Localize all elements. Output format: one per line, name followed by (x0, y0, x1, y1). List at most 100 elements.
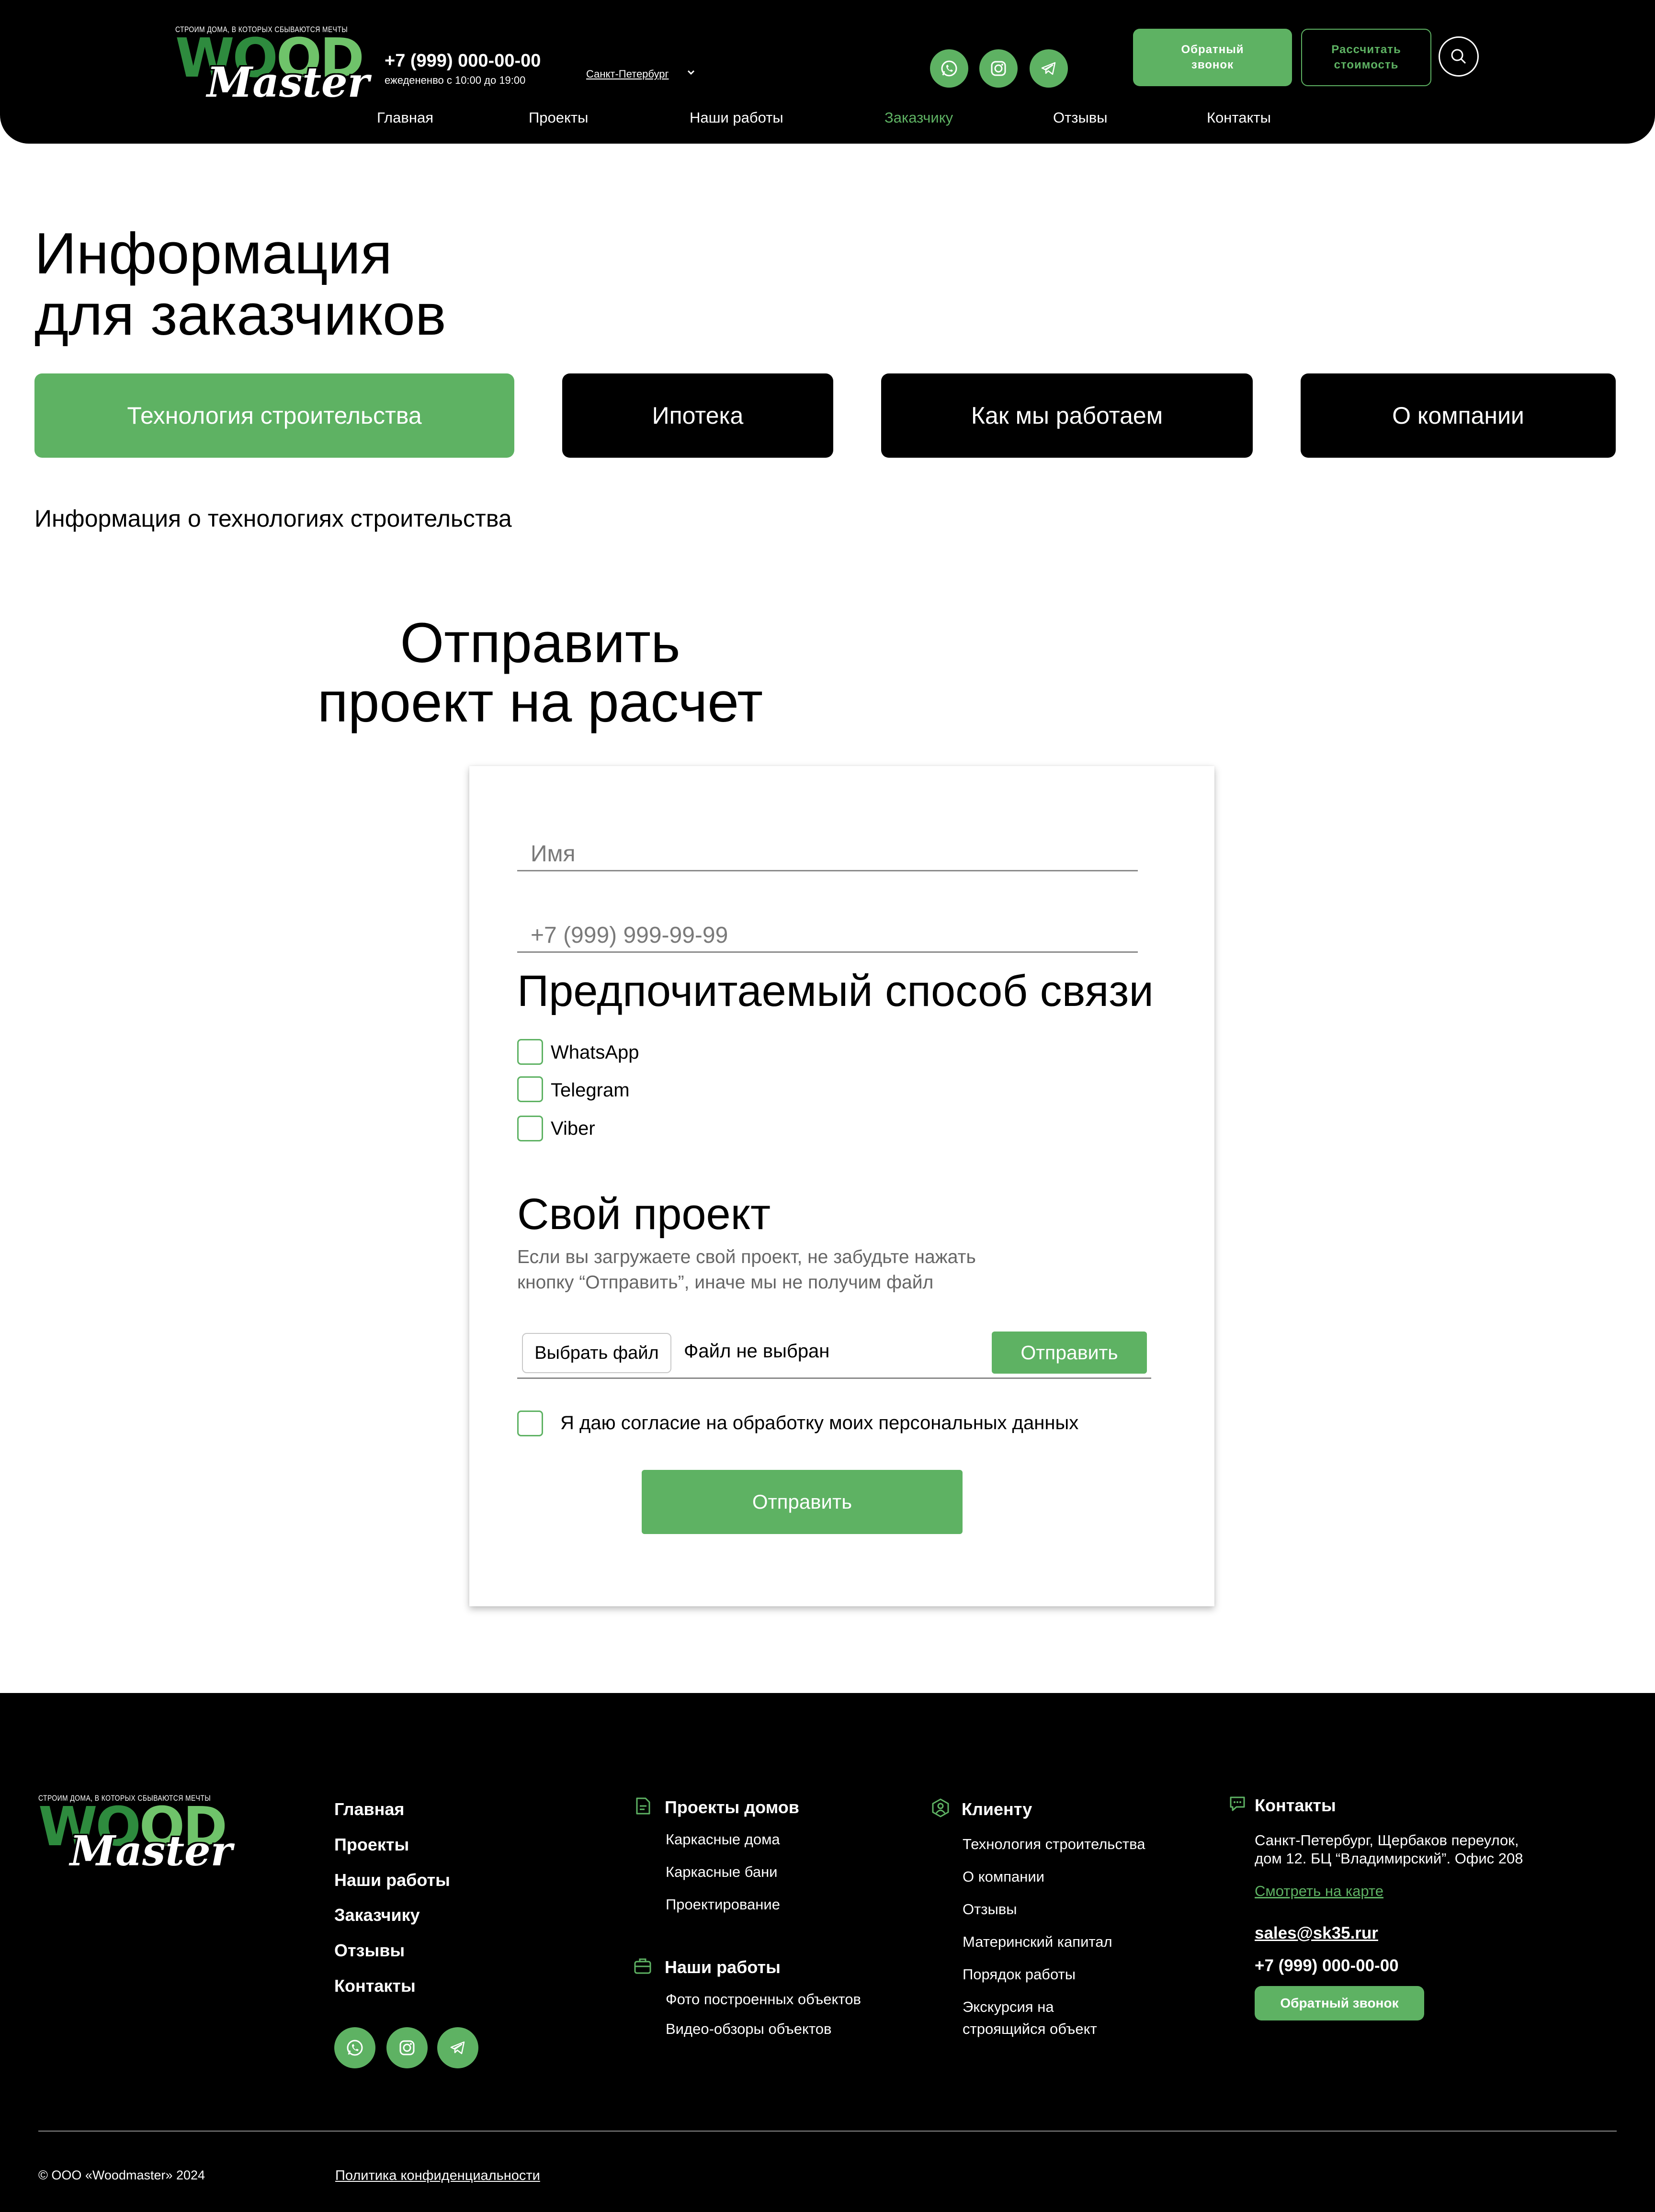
whatsapp-icon (347, 2040, 363, 2056)
footer-link-frame-houses[interactable]: Каркасные дома (666, 1831, 780, 1848)
footer-works-title[interactable]: Наши работы (665, 1957, 781, 1977)
whatsapp-button[interactable] (930, 49, 968, 88)
nav-contacts[interactable]: Контакты (1207, 109, 1271, 126)
footer-link-technology[interactable]: Технология строительства (963, 1836, 1145, 1853)
footer-link-photos[interactable]: Фото построенных объектов (666, 1991, 861, 2008)
nav-projects[interactable]: Проекты (529, 109, 588, 126)
instagram-icon (399, 2040, 415, 2055)
page-title-line1: Информация (34, 221, 392, 286)
footer-link-design[interactable]: Проектирование (666, 1896, 780, 1913)
footer-link-our-works[interactable]: Наши работы (334, 1870, 450, 1890)
search-button[interactable] (1439, 36, 1479, 77)
briefcase-icon (634, 1958, 651, 1974)
checkbox-telegram[interactable] (517, 1076, 543, 1102)
form-title: Отправить проект на расчет (253, 611, 828, 734)
form-title-line2: проект на расчет (317, 670, 763, 734)
submit-button[interactable]: Отправить (642, 1470, 963, 1534)
footer-link-home[interactable]: Главная (334, 1799, 404, 1819)
tab-mortgage[interactable]: Ипотека (562, 373, 833, 458)
name-field[interactable] (517, 833, 1138, 871)
footer-link-frame-baths[interactable]: Каркасные бани (666, 1863, 778, 1881)
nav-reviews[interactable]: Отзывы (1053, 109, 1108, 126)
footer-phone[interactable]: +7 (999) 000-00-00 (1255, 1956, 1399, 1975)
instagram-icon (991, 61, 1006, 76)
footer-link-projects[interactable]: Проекты (334, 1835, 409, 1855)
footer-callback-button[interactable]: Обратный звонок (1255, 1986, 1424, 2020)
chevron-down-icon[interactable] (686, 67, 696, 78)
footer-link-contacts[interactable]: Контакты (334, 1976, 416, 1996)
site-header: СТРОИМ ДОМА, В КОТОРЫХ СБЫВАЮТСЯ МЕЧТЫ W… (0, 0, 1655, 144)
header-phone[interactable]: +7 (999) 000-00-00 (385, 51, 541, 71)
tab-content-text: Информация о технологиях строительства (34, 505, 512, 532)
own-project-note-line2: кнопку “Отправить”, иначе мы не получим … (517, 1272, 934, 1293)
footer-link-work-order[interactable]: Порядок работы (963, 1966, 1076, 1983)
nav-our-works[interactable]: Наши работы (690, 109, 783, 126)
callback-button[interactable]: Обратный звонок (1133, 29, 1292, 86)
footer-address-line1: Санкт-Петербург, Щербаков переулок, (1255, 1832, 1519, 1849)
footer-client-title[interactable]: Клиенту (962, 1799, 1032, 1819)
checkbox-viber-label[interactable]: Viber (551, 1118, 595, 1140)
consent-checkbox[interactable] (517, 1411, 543, 1436)
telegram-icon (1041, 62, 1056, 75)
page-title: Информация для заказчиков (34, 223, 446, 345)
footer-divider (38, 2131, 1617, 2132)
checkbox-whatsapp[interactable] (517, 1039, 543, 1065)
user-icon (932, 1798, 949, 1817)
consent-label[interactable]: Я даю согласие на обработку моих персона… (560, 1412, 1078, 1434)
chat-icon (1230, 1796, 1245, 1811)
telegram-icon (450, 2041, 465, 2054)
footer-link-reviews-client[interactable]: Отзывы (963, 1901, 1017, 1918)
phone-input[interactable] (531, 922, 1105, 948)
footer-link-reviews[interactable]: Отзывы (334, 1941, 405, 1961)
footer-telegram-button[interactable] (437, 2027, 478, 2068)
upload-file-button[interactable]: Отправить (992, 1332, 1147, 1374)
site-footer: СТРОИМ ДОМА, В КОТОРЫХ СБЫВАЮТСЯ МЕЧТЫ W… (0, 1693, 1655, 2212)
footer-projects-title[interactable]: Проекты домов (665, 1797, 799, 1817)
tab-how-we-work[interactable]: Как мы работаем (881, 373, 1253, 458)
document-icon (636, 1797, 650, 1815)
privacy-policy-link[interactable]: Политика конфиденциальности (335, 2168, 540, 2184)
logo-master: Master (207, 58, 370, 107)
telegram-button[interactable] (1030, 49, 1068, 88)
city-selector[interactable]: Санкт-Петербург (586, 68, 669, 80)
tab-about[interactable]: О компании (1301, 373, 1616, 458)
own-project-note-line1: Если вы загружаете свой проект, не забуд… (517, 1247, 976, 1267)
footer-link-about[interactable]: О компании (963, 1868, 1044, 1885)
header-hours: ежедененво с 10:00 до 19:00 (385, 74, 526, 86)
checkbox-telegram-label[interactable]: Telegram (551, 1080, 630, 1101)
calc-cost-button-label: Рассчитать стоимость (1331, 43, 1401, 71)
whatsapp-icon (941, 60, 957, 77)
form-title-line1: Отправить (400, 611, 680, 675)
nav-home[interactable]: Главная (377, 109, 433, 126)
footer-logo-master: Master (70, 1827, 233, 1875)
calc-cost-button[interactable]: Рассчитать стоимость (1301, 29, 1431, 86)
footer-instagram-button[interactable] (386, 2027, 428, 2068)
logo[interactable]: СТРОИМ ДОМА, В КОТОРЫХ СБЫВАЮТСЯ МЕЧТЫ W… (175, 25, 369, 103)
footer-address-line2: дом 12. БЦ “Владимирский”. Офис 208 (1255, 1850, 1523, 1867)
footer-whatsapp-button[interactable] (334, 2027, 375, 2068)
footer-link-maternity-capital[interactable]: Материнский капитал (963, 1933, 1112, 1951)
copyright: © ООО «Woodmaster» 2024 (38, 2168, 205, 2182)
callback-button-label: Обратный звонок (1181, 43, 1244, 71)
choose-file-button[interactable]: Выбрать файл (522, 1333, 671, 1373)
footer-logo[interactable]: СТРОИМ ДОМА, В КОТОРЫХ СБЫВАЮТСЯ МЕЧТЫ W… (38, 1794, 232, 1872)
map-link[interactable]: Смотреть на карте (1255, 1883, 1383, 1900)
phone-field[interactable] (517, 914, 1138, 953)
search-icon (1451, 49, 1466, 64)
footer-link-excursion-line1[interactable]: Экскурсия на (963, 1998, 1054, 2016)
contact-method-title: Предпочитаемый способ связи (517, 967, 1154, 1016)
no-file-status: Файл не выбран (684, 1341, 830, 1362)
footer-link-videos[interactable]: Видео-обзоры объектов (666, 2020, 832, 2038)
checkbox-viber[interactable] (517, 1116, 543, 1141)
footer-link-excursion-line2[interactable]: строящийся объект (963, 2020, 1097, 2038)
instagram-button[interactable] (979, 49, 1018, 88)
own-project-note: Если вы загружаете свой проект, не забуд… (517, 1245, 976, 1295)
name-input[interactable] (531, 841, 1105, 867)
footer-email[interactable]: sales@sk35.rur (1255, 1924, 1378, 1943)
page-title-line2: для заказчиков (34, 282, 446, 348)
own-project-title: Свой проект (517, 1190, 771, 1239)
footer-link-customer[interactable]: Заказчику (334, 1905, 420, 1925)
tab-technology[interactable]: Технология строительства (34, 373, 514, 458)
nav-customer[interactable]: Заказчику (884, 109, 953, 126)
checkbox-whatsapp-label[interactable]: WhatsApp (551, 1042, 639, 1063)
